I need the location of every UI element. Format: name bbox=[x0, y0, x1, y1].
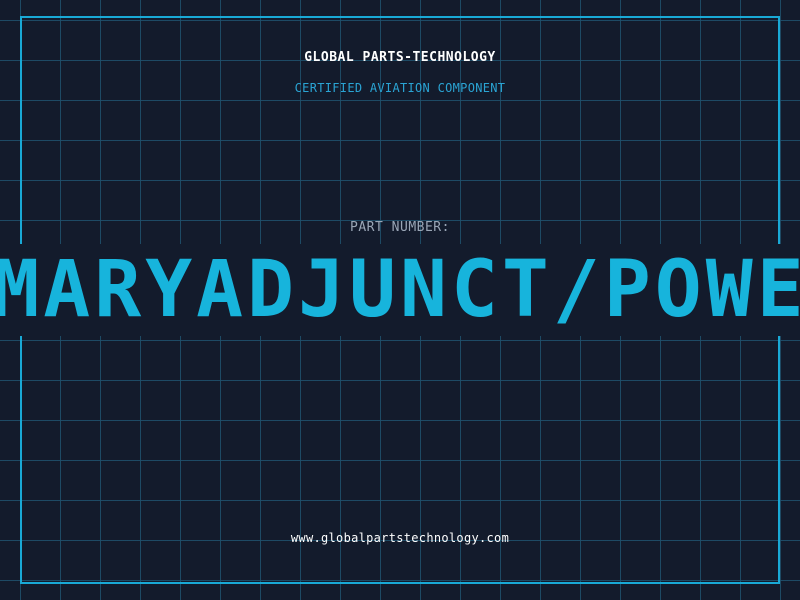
part-number-label: PART NUMBER: bbox=[350, 220, 450, 235]
certification-subtitle: CERTIFIED AVIATION COMPONENT bbox=[294, 81, 506, 95]
part-number-banner: PRIMARYADJUNCT/POWERDR bbox=[0, 244, 800, 336]
part-number-value: PRIMARYADJUNCT/POWERDR bbox=[0, 245, 800, 335]
company-name: GLOBAL PARTS-TECHNOLOGY bbox=[304, 50, 496, 65]
website-url: www.globalpartstechnology.com bbox=[290, 531, 510, 545]
